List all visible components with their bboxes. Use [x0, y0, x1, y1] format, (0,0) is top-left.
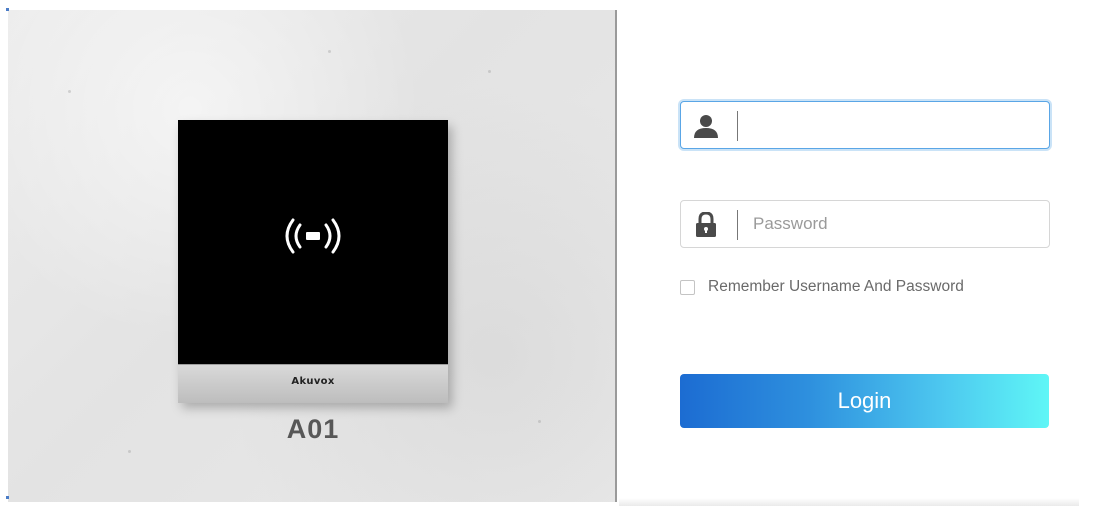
wall-texture — [488, 70, 491, 73]
device-brand-logo: Akuvox — [291, 376, 335, 387]
wall-texture — [68, 90, 71, 93]
password-field[interactable] — [680, 200, 1050, 248]
remember-label: Remember Username And Password — [708, 278, 964, 295]
username-field[interactable] — [680, 101, 1050, 149]
field-divider — [737, 111, 738, 141]
wall-texture — [538, 420, 541, 423]
device-model-label: A01 — [286, 414, 340, 444]
wall-texture — [128, 450, 131, 453]
login-button[interactable]: Login — [680, 374, 1049, 428]
wall-texture — [328, 50, 331, 53]
user-icon — [694, 115, 718, 138]
remember-me-option[interactable]: Remember Username And Password — [680, 277, 964, 297]
username-input[interactable] — [753, 102, 1043, 148]
form-bottom-shadow — [619, 498, 1079, 506]
panel-corner-mark — [6, 8, 9, 11]
panel-corner-mark — [6, 496, 9, 499]
password-input[interactable] — [753, 201, 1043, 247]
lock-icon — [696, 212, 716, 237]
product-image-panel: Akuvox A01 — [8, 10, 617, 502]
remember-checkbox[interactable] — [680, 279, 695, 295]
field-divider — [737, 210, 738, 240]
nfc-card-icon — [285, 218, 341, 254]
device-front-panel — [178, 120, 448, 364]
access-control-device — [178, 120, 448, 403]
login-page: Akuvox A01 Remember Username And Passwor… — [0, 0, 1101, 506]
